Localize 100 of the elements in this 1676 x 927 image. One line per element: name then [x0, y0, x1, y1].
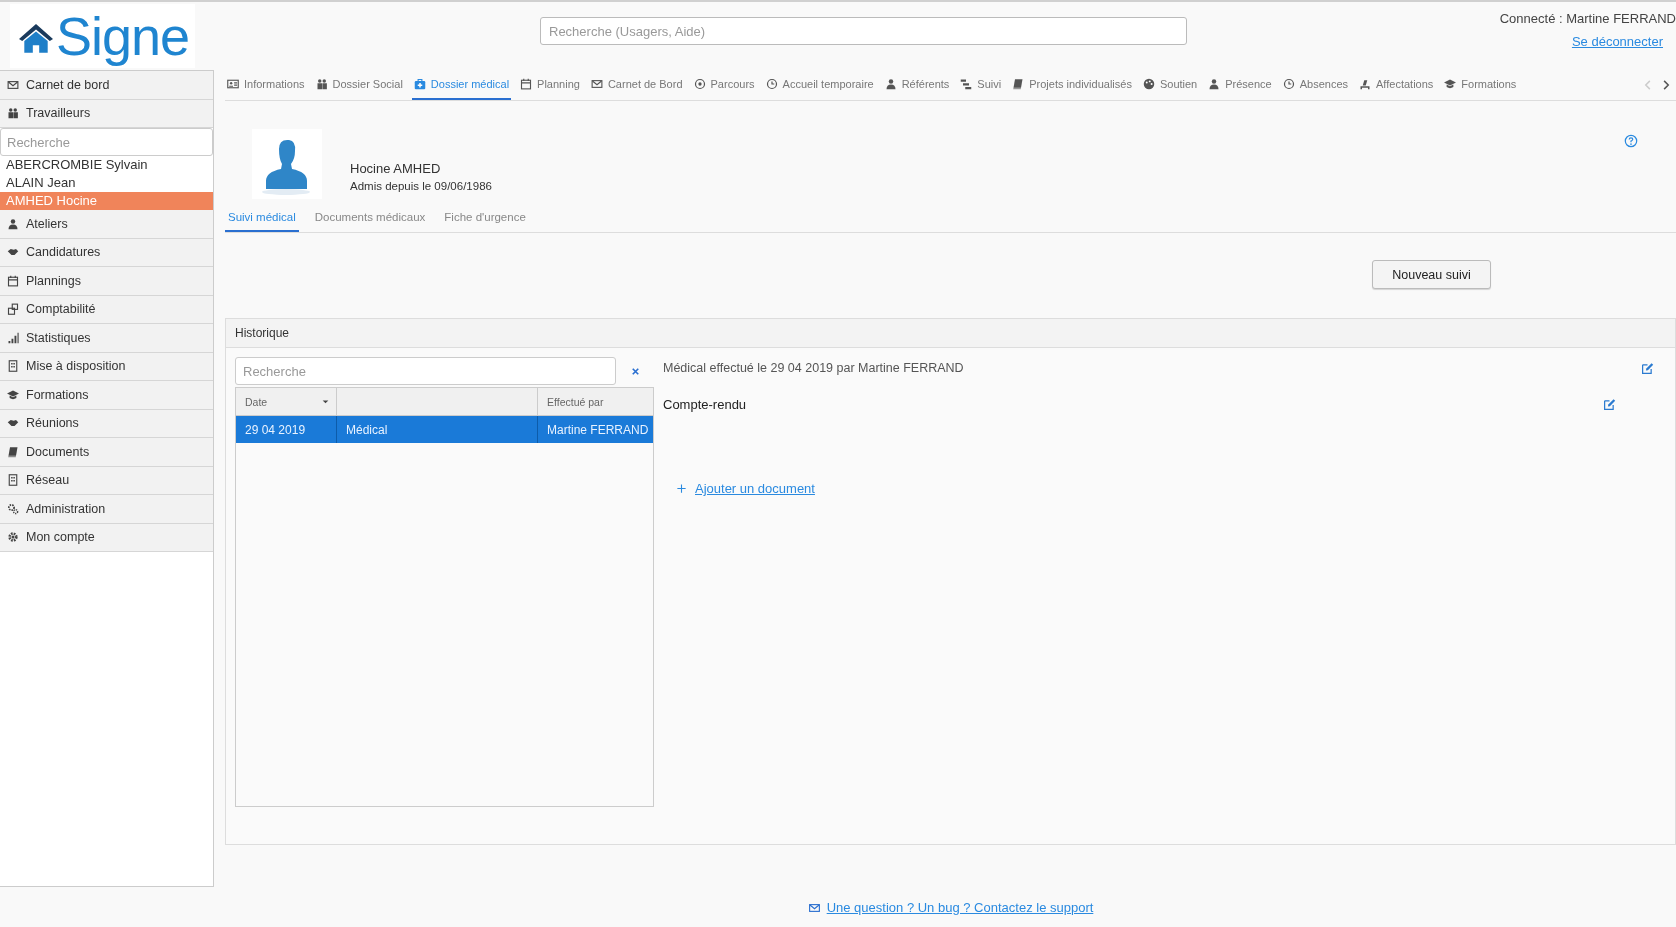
tab[interactable]: Suivi	[958, 70, 1004, 100]
calendar-icon	[7, 274, 19, 287]
book-icon	[1012, 78, 1025, 90]
tab[interactable]: Dossier médical	[411, 70, 512, 100]
tab[interactable]: Soutien	[1140, 70, 1200, 100]
sidebar-item[interactable]: Statistiques	[0, 324, 213, 353]
sidebar-item-label: Ateliers	[26, 216, 68, 231]
table-cell-text: Martine FERRAND	[546, 421, 650, 439]
add-document-link[interactable]: Ajouter un document	[695, 481, 815, 496]
column-header[interactable]: Effectué par	[538, 388, 653, 415]
person-item[interactable]: ABERCROMBIE Sylvain	[0, 156, 213, 174]
search-field[interactable]: Recherche	[0, 128, 213, 156]
tab-label: Suivi	[977, 78, 1002, 90]
tab-label: Projets individualisés	[1029, 78, 1132, 90]
tab[interactable]: Suivi médical	[225, 208, 299, 232]
tab-label: Accueil temporaire	[782, 78, 874, 90]
palette-icon	[1142, 78, 1155, 90]
sidebar-item[interactable]: Documents	[0, 438, 213, 467]
envelope-icon	[7, 78, 19, 91]
sidebar-item[interactable]: Réseau	[0, 466, 213, 495]
sidebar-item[interactable]: Réunions	[0, 409, 213, 438]
tab[interactable]: Informations	[225, 70, 307, 100]
tab[interactable]: Accueil temporaire	[763, 70, 876, 100]
tab[interactable]: Parcours	[691, 70, 757, 100]
search-field[interactable]: Recherche	[235, 357, 616, 385]
sidebar-item[interactable]: Carnet de bord	[0, 71, 213, 100]
tab[interactable]: Dossier Social	[313, 70, 405, 100]
sidebar-item-label: Travailleurs	[26, 106, 91, 121]
building-icon	[7, 360, 19, 373]
book-icon	[7, 445, 19, 458]
tab-label: Informations	[244, 78, 305, 90]
tab[interactable]: Présence	[1206, 70, 1274, 100]
tab[interactable]: Formations	[1442, 70, 1519, 100]
tab[interactable]: Planning	[518, 70, 582, 100]
support-link[interactable]: Une question ? Un bug ? Contactez le support	[826, 900, 1094, 915]
sidebar-item-label: Carnet de bord	[26, 77, 110, 92]
person-item[interactable]: AMHED Hocine	[0, 192, 213, 210]
help-icon[interactable]	[1624, 134, 1638, 148]
user-label: Connecté : Martine FERRAND	[1499, 11, 1676, 26]
person-item[interactable]: ALAIN Jean	[0, 174, 213, 192]
sidebar-item-label: Statistiques	[26, 330, 91, 345]
sidebar-item[interactable]: Mon compte	[0, 523, 213, 552]
sidebar-item[interactable]: Administration	[0, 495, 213, 524]
logout-link[interactable]: Se déconnecter	[1571, 34, 1663, 49]
clear-button[interactable]	[630, 365, 641, 377]
sidebar-item-label: Administration	[26, 501, 106, 516]
sidebar-item-label: Candidatures	[26, 245, 101, 260]
calendar-icon	[520, 78, 533, 90]
tasks-icon	[960, 78, 973, 90]
table-row[interactable]: 29 04 2019 Médical Martine FERRAND	[236, 416, 653, 443]
tab[interactable]: Carnet de Bord	[588, 70, 685, 100]
id-card-icon	[227, 78, 239, 90]
report-label: Compte-rendu	[663, 396, 747, 412]
search-field[interactable]: Recherche (Usagers, Aide)	[540, 17, 1187, 45]
bar-chart-icon	[7, 331, 19, 344]
sort-caret-icon	[321, 397, 330, 406]
edit-icon	[1641, 361, 1654, 375]
sidebar-item-label: Plannings	[26, 273, 81, 288]
tab-label: Affectations	[1376, 78, 1434, 90]
compass-icon	[693, 78, 706, 90]
sidebar-item[interactable]: Candidatures	[0, 238, 213, 267]
person-icon	[7, 217, 19, 230]
close-icon	[630, 365, 641, 377]
sidebar-item[interactable]: Ateliers	[0, 210, 213, 239]
tab-label: Absences	[1299, 78, 1349, 90]
graduation-cap-icon	[1444, 78, 1457, 90]
panel-title: Historique	[235, 326, 290, 340]
admission-date: Admis depuis le 09/06/1986	[350, 180, 492, 192]
tab[interactable]: Référents	[882, 70, 952, 100]
sidebar-item-label: Réseau	[26, 473, 70, 488]
tab-label: Soutien	[1159, 78, 1198, 90]
tab[interactable]: Affectations	[1357, 70, 1436, 100]
tab-label: Dossier Social	[332, 78, 403, 90]
people-icon	[315, 78, 328, 90]
sidebar-item-label: Comptabilité	[26, 302, 96, 317]
tab[interactable]: Absences	[1280, 70, 1351, 100]
sidebar-item[interactable]: Mise à disposition	[0, 352, 213, 381]
sidebar-item-label: Réunions	[26, 416, 79, 431]
logo[interactable]: Signe	[10, 4, 195, 68]
new-entry-button[interactable]: Nouveau suivi	[1372, 260, 1491, 289]
sidebar-item[interactable]: Travailleurs	[0, 99, 213, 128]
sidebar-item-label: Formations	[26, 387, 89, 402]
envelope-icon	[807, 901, 821, 914]
tab[interactable]: Fiche d'urgence	[441, 208, 529, 232]
tab-label: Présence	[1225, 78, 1272, 90]
tab[interactable]: Projets individualisés	[1010, 70, 1134, 100]
tab-label: Carnet de Bord	[607, 78, 683, 90]
settings-icon	[7, 531, 19, 544]
edit-icon	[1603, 397, 1616, 411]
people-icon	[7, 107, 19, 120]
clock-icon	[765, 78, 778, 90]
tab[interactable]: Documents médicaux	[311, 208, 429, 232]
sidebar-item[interactable]: Formations	[0, 381, 213, 410]
sidebar-item[interactable]: Plannings	[0, 267, 213, 296]
sidebar-item-label: Documents	[26, 444, 90, 459]
building-icon	[7, 474, 19, 487]
column-header[interactable]: Date	[236, 388, 337, 415]
person-icon	[1208, 78, 1221, 90]
tab-label: Parcours	[710, 78, 755, 90]
sidebar-item[interactable]: Comptabilité	[0, 295, 213, 324]
